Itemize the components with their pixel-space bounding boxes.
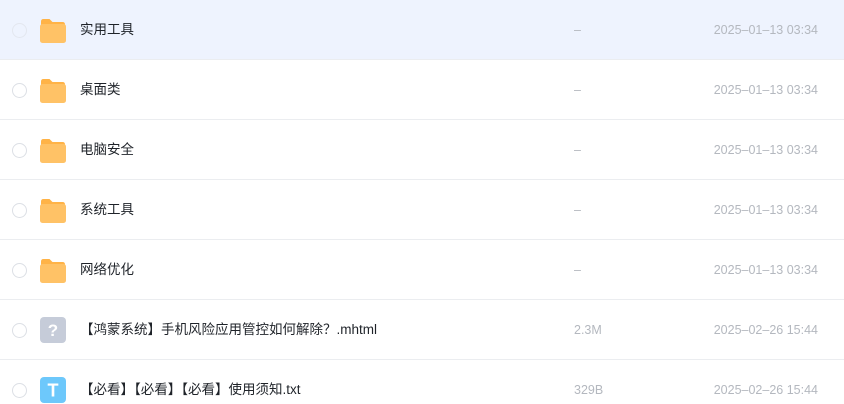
file-size: – bbox=[574, 143, 581, 157]
file-row-1[interactable]: 桌面类 – 2025–01–13 03:34 bbox=[0, 60, 844, 120]
select-radio[interactable] bbox=[12, 23, 27, 38]
folder-icon bbox=[40, 79, 66, 103]
file-date: 2025–01–13 03:34 bbox=[713, 23, 818, 37]
select-radio[interactable] bbox=[12, 383, 27, 398]
folder-icon bbox=[40, 199, 66, 223]
file-row-4[interactable]: 网络优化 – 2025–01–13 03:34 bbox=[0, 240, 844, 300]
file-name[interactable]: 桌面类 bbox=[80, 81, 121, 99]
file-date: 2025–01–13 03:34 bbox=[713, 83, 818, 97]
select-radio[interactable] bbox=[12, 143, 27, 158]
file-row-0[interactable]: 实用工具 – 2025–01–13 03:34 bbox=[0, 0, 844, 60]
file-row-2[interactable]: 电脑安全 – 2025–01–13 03:34 bbox=[0, 120, 844, 180]
file-name[interactable]: 【必看】【必看】【必看】使用须知.txt bbox=[80, 381, 301, 399]
file-name[interactable]: 实用工具 bbox=[80, 21, 134, 39]
folder-icon bbox=[40, 139, 66, 163]
file-row-5[interactable]: ? 【鸿蒙系统】手机风险应用管控如何解除？.mhtml 2.3M 2025–02… bbox=[0, 300, 844, 360]
select-radio[interactable] bbox=[12, 83, 27, 98]
text-file-icon: T bbox=[40, 377, 66, 403]
file-date: 2025–01–13 03:34 bbox=[713, 263, 818, 277]
file-size: 2.3M bbox=[574, 323, 602, 337]
file-name[interactable]: 系统工具 bbox=[80, 201, 134, 219]
folder-icon bbox=[40, 259, 66, 283]
file-date: 2025–01–13 03:34 bbox=[713, 143, 818, 157]
file-date: 2025–02–26 15:44 bbox=[713, 383, 818, 397]
select-radio[interactable] bbox=[12, 203, 27, 218]
file-row-6[interactable]: T 【必看】【必看】【必看】使用须知.txt 329B 2025–02–26 1… bbox=[0, 360, 844, 404]
file-name[interactable]: 电脑安全 bbox=[80, 141, 134, 159]
file-date: 2025–02–26 15:44 bbox=[713, 323, 818, 337]
file-size: – bbox=[574, 263, 581, 277]
unknown-file-glyph: ? bbox=[48, 321, 58, 340]
folder-icon bbox=[40, 19, 66, 43]
file-row-3[interactable]: 系统工具 – 2025–01–13 03:34 bbox=[0, 180, 844, 240]
file-date: 2025–01–13 03:34 bbox=[713, 203, 818, 217]
file-name[interactable]: 【鸿蒙系统】手机风险应用管控如何解除？.mhtml bbox=[80, 321, 377, 339]
file-size: – bbox=[574, 203, 581, 217]
unknown-file-icon: ? bbox=[40, 317, 66, 343]
select-radio[interactable] bbox=[12, 263, 27, 278]
file-size: – bbox=[574, 83, 581, 97]
select-radio[interactable] bbox=[12, 323, 27, 338]
file-name[interactable]: 网络优化 bbox=[80, 261, 134, 279]
file-list: 实用工具 – 2025–01–13 03:34 桌面类 – 2025–01–13… bbox=[0, 0, 844, 404]
text-file-glyph: T bbox=[48, 381, 59, 401]
file-size: 329B bbox=[574, 383, 604, 397]
file-size: – bbox=[574, 23, 581, 37]
